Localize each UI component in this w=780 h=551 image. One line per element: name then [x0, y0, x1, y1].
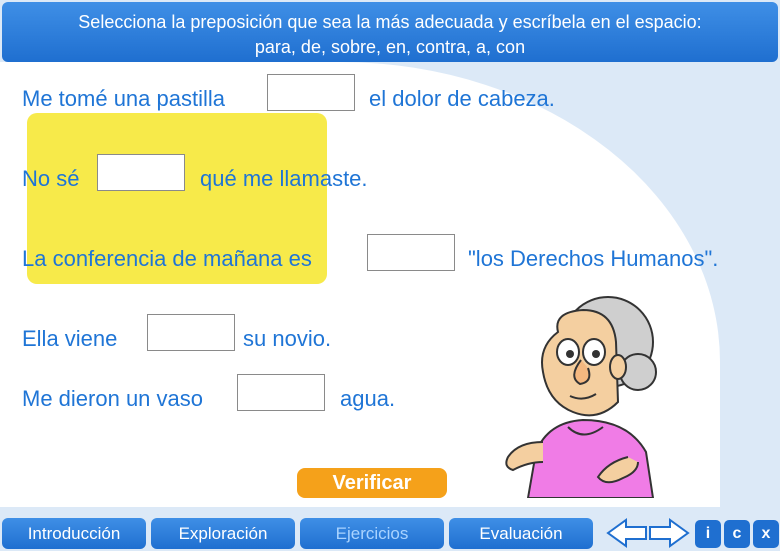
answer-4-input[interactable]: [147, 314, 235, 351]
sentence-4-start: Ella viene: [22, 326, 118, 351]
answer-1-input[interactable]: [267, 74, 355, 111]
verify-button[interactable]: Verificar: [297, 468, 447, 498]
stage: Selecciona la preposición que sea la más…: [0, 0, 780, 551]
info-button[interactable]: i: [695, 520, 721, 548]
tab-evaluacion[interactable]: Evaluación: [449, 518, 593, 549]
sentence-3-start: La conferencia de mañana es: [22, 246, 312, 271]
sentence-2-start: No sé: [22, 166, 80, 191]
instructions-line-2: para, de, sobre, en, contra, a, con: [254, 37, 526, 57]
credits-button[interactable]: c: [724, 520, 750, 548]
answer-3-input[interactable]: [367, 234, 455, 271]
sentence-1-end: el dolor de cabeza.: [369, 86, 555, 111]
tab-exploracion[interactable]: Exploración: [151, 518, 295, 549]
arrow-left-icon[interactable]: [606, 518, 647, 548]
tab-introduccion[interactable]: Introducción: [2, 518, 146, 549]
answer-5-input[interactable]: [237, 374, 325, 411]
arrow-right-icon[interactable]: [649, 518, 690, 548]
sentence-1-start: Me tomé una pastilla: [22, 86, 225, 111]
sentence-3-end: "los Derechos Humanos".: [468, 246, 719, 271]
answer-2-input[interactable]: [97, 154, 185, 191]
sentence-4-end: su novio.: [243, 326, 332, 351]
sentence-5-start: Me dieron un vaso: [22, 386, 203, 411]
tab-ejercicios[interactable]: Ejercicios: [300, 518, 444, 549]
grandmother-illustration: [488, 292, 678, 498]
instructions-line-1: Selecciona la preposición que sea la más…: [78, 12, 702, 32]
instructions-header: Selecciona la preposición que sea la más…: [2, 2, 778, 62]
navigation-arrows: [606, 518, 690, 548]
close-button[interactable]: x: [753, 520, 779, 548]
sentence-2-end: qué me llamaste.: [200, 166, 368, 191]
sentence-5-end: agua.: [340, 386, 396, 411]
